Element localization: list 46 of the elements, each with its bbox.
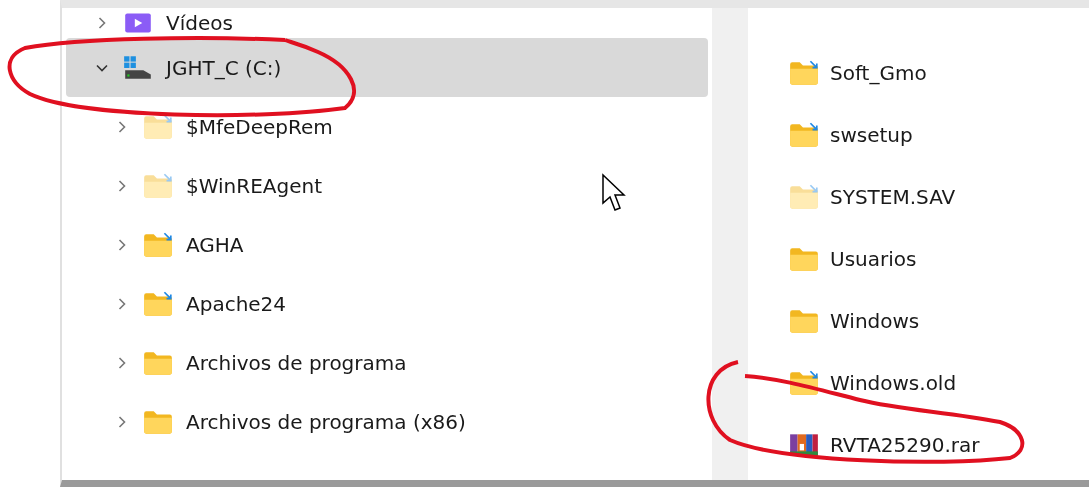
tree-item-label: Apache24 bbox=[186, 291, 287, 316]
file-name: RVTA25290.rar bbox=[830, 433, 980, 457]
folder-icon bbox=[788, 308, 820, 334]
tree-item[interactable]: Apache24 bbox=[66, 274, 708, 333]
tree-item-label: AGHA bbox=[186, 232, 244, 257]
tree-item[interactable]: Archivos de programa bbox=[66, 333, 708, 392]
tree-item-label: $MfeDeepRem bbox=[186, 114, 333, 139]
file-name: Windows bbox=[830, 309, 920, 333]
file-name: SYSTEM.SAV bbox=[830, 185, 956, 209]
tree-item-label: Archivos de programa bbox=[186, 350, 407, 375]
tree-item[interactable]: AGHA bbox=[66, 215, 708, 274]
folder-icon bbox=[788, 60, 820, 86]
file-name: Soft_Gmo bbox=[830, 61, 927, 85]
file-item[interactable]: SYSTEM.SAV bbox=[748, 166, 1089, 228]
folder-icon bbox=[788, 184, 820, 210]
video-folder-icon bbox=[122, 10, 154, 36]
tree-item[interactable]: $MfeDeepRem bbox=[66, 97, 708, 156]
file-item[interactable]: swsetup bbox=[748, 104, 1089, 166]
folder-icon bbox=[142, 349, 174, 376]
drive-icon bbox=[122, 54, 154, 81]
file-name: Windows.old bbox=[830, 371, 957, 395]
file-item[interactable]: Usuarios bbox=[748, 228, 1089, 290]
tree-item-label: JGHT_C (C:) bbox=[166, 55, 282, 80]
file-item[interactable]: RVTA25290.rar bbox=[748, 414, 1089, 476]
tree-item[interactable]: Vídeos bbox=[66, 8, 708, 38]
folder-icon bbox=[788, 246, 820, 272]
folder-icon bbox=[142, 290, 174, 317]
file-item[interactable]: Soft_Gmo bbox=[748, 42, 1089, 104]
folder-icon bbox=[142, 113, 174, 140]
tree-item[interactable]: JGHT_C (C:) bbox=[66, 38, 708, 97]
file-name: swsetup bbox=[830, 123, 913, 147]
tree-item-label: $WinREAgent bbox=[186, 173, 323, 198]
file-item[interactable]: Windows bbox=[748, 290, 1089, 352]
folder-icon bbox=[142, 231, 174, 258]
file-item[interactable]: Windows.old bbox=[748, 352, 1089, 414]
tree-item[interactable]: Archivos de programa (x86) bbox=[66, 392, 708, 451]
folder-icon bbox=[142, 172, 174, 199]
tree-item-label: Vídeos bbox=[166, 11, 233, 35]
mouse-cursor-icon bbox=[602, 173, 626, 211]
folder-icon bbox=[788, 122, 820, 148]
archive-books-icon bbox=[788, 432, 820, 458]
tree-item-label: Archivos de programa (x86) bbox=[186, 409, 466, 434]
file-name: Usuarios bbox=[830, 247, 917, 271]
folder-icon bbox=[142, 408, 174, 435]
tree-item[interactable]: $WinREAgent bbox=[66, 156, 708, 215]
scrollbar-track[interactable] bbox=[712, 8, 748, 480]
